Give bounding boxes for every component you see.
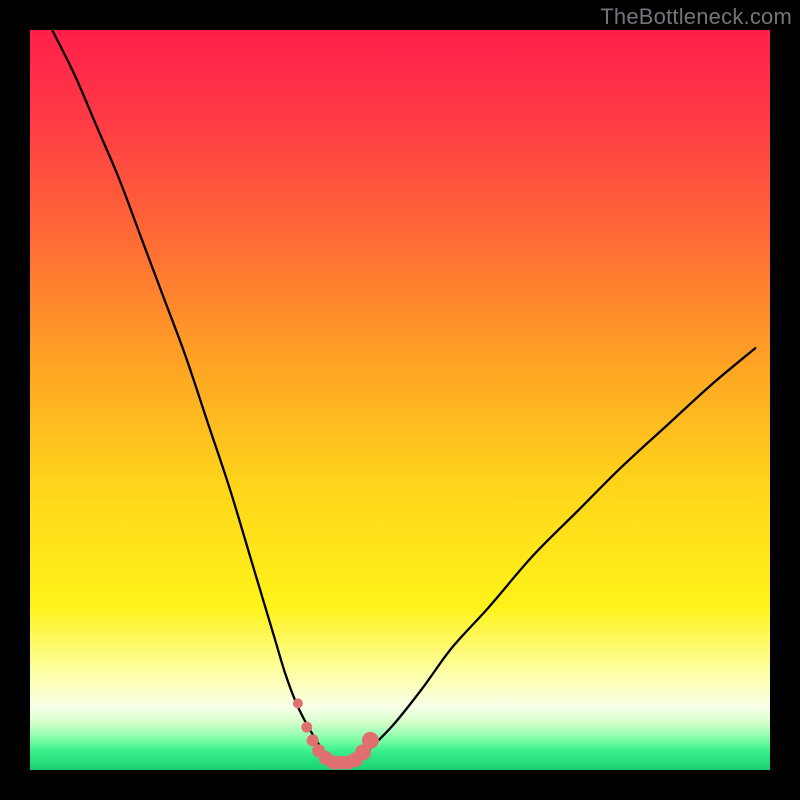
chart-frame: TheBottleneck.com [0, 0, 800, 800]
valley-markers [293, 698, 379, 769]
bottleneck-curve [52, 30, 755, 763]
watermark-text: TheBottleneck.com [600, 4, 792, 30]
valley-marker [293, 698, 303, 708]
valley-marker [362, 732, 379, 749]
curve-layer [30, 30, 770, 770]
plot-area [30, 30, 770, 770]
valley-marker [301, 722, 312, 733]
